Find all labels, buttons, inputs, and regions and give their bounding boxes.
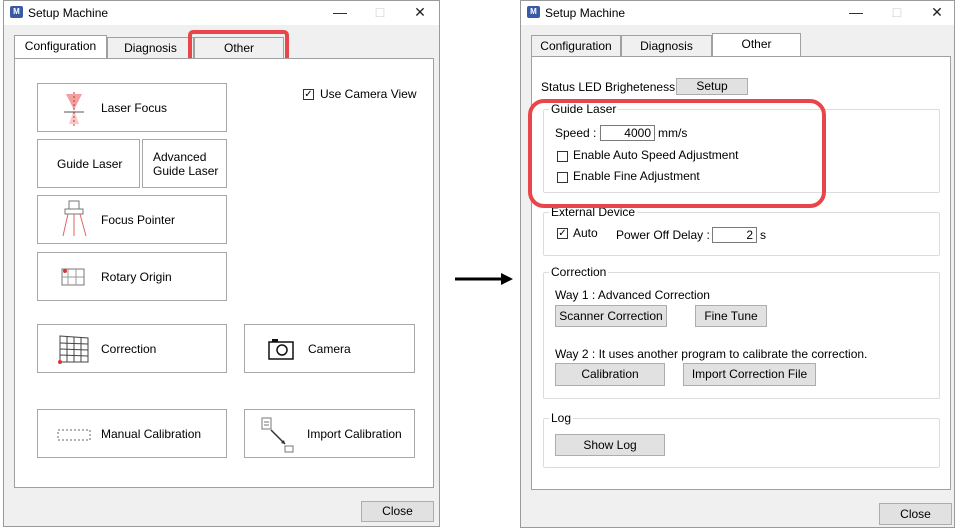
status-led-setup-button[interactable]: Setup (676, 78, 748, 95)
window-title: Setup Machine (545, 6, 626, 20)
maximize-icon: □ (892, 4, 902, 20)
way1-label: Way 1 : Advanced Correction (555, 288, 710, 302)
arrow-right-icon (455, 273, 513, 285)
close-window-icon[interactable]: ✕ (927, 3, 947, 21)
focus-pointer-button[interactable]: Focus Pointer (37, 195, 227, 244)
correction-label: Correction (101, 342, 157, 356)
tab-diagnosis[interactable]: Diagnosis (621, 35, 712, 57)
rotary-origin-icon (61, 268, 85, 286)
use-camera-view-label: Use Camera View (320, 87, 417, 101)
correction-title: Correction (549, 265, 609, 279)
guide-laser-label: Guide Laser (57, 157, 123, 171)
tab-configuration[interactable]: Configuration (531, 35, 621, 57)
auto-checkbox[interactable]: ✓ (557, 228, 568, 239)
fine-tune-button[interactable]: Fine Tune (695, 305, 767, 327)
focus-pointer-icon (62, 200, 87, 237)
status-led-label: Status LED Brigheteness : (541, 80, 682, 94)
window-title: Setup Machine (28, 6, 109, 20)
advanced-guide-laser-button[interactable]: Advanced Guide Laser (142, 139, 227, 188)
power-off-delay-input[interactable]: 2 (712, 227, 757, 243)
tab-configuration[interactable]: Configuration (14, 35, 107, 59)
rotary-origin-button[interactable]: Rotary Origin (37, 252, 227, 301)
minimize-icon[interactable]: — (846, 3, 866, 21)
correction-grid-icon (58, 335, 89, 364)
import-calibration-label: Import Calibration (307, 427, 402, 441)
manual-calibration-label: Manual Calibration (101, 427, 202, 441)
focus-pointer-label: Focus Pointer (101, 213, 176, 227)
laser-focus-label: Laser Focus (101, 101, 168, 115)
import-calibration-button[interactable]: Import Calibration (244, 409, 415, 458)
external-device-group: External Device ✓ Auto Power Off Delay :… (543, 205, 940, 256)
highlight-guide-laser-group (528, 99, 826, 208)
title-bar: M Setup Machine — □ ✕ (4, 1, 439, 25)
close-button[interactable]: Close (879, 503, 952, 525)
log-group: Log Show Log (543, 411, 940, 468)
camera-icon (268, 339, 294, 360)
import-correction-file-button[interactable]: Import Correction File (683, 363, 816, 386)
way2-label: Way 2 : It uses another program to calib… (555, 347, 868, 361)
maximize-icon: □ (375, 4, 385, 20)
import-calibration-icon (261, 417, 294, 453)
app-icon: M (527, 6, 540, 18)
show-log-button[interactable]: Show Log (555, 434, 665, 456)
manual-calibration-icon (57, 429, 91, 441)
tab-diagnosis[interactable]: Diagnosis (107, 37, 194, 59)
scanner-correction-button[interactable]: Scanner Correction (555, 305, 667, 327)
configuration-panel: Laser Focus Guide Laser Advanced Guide L… (14, 58, 434, 488)
tab-other[interactable]: Other (712, 33, 801, 57)
left-setup-window: M Setup Machine — □ ✕ Configuration Diag… (3, 0, 440, 527)
power-off-delay-label: Power Off Delay : (616, 228, 710, 242)
manual-calibration-button[interactable]: Manual Calibration (37, 409, 227, 458)
close-window-icon[interactable]: ✕ (410, 3, 430, 21)
minimize-icon[interactable]: — (330, 3, 350, 21)
advanced-guide-laser-label-2: Guide Laser (153, 164, 219, 178)
title-bar: M Setup Machine — □ ✕ (521, 1, 954, 25)
advanced-guide-laser-label-1: Advanced (153, 150, 207, 164)
camera-button[interactable]: Camera (244, 324, 415, 373)
auto-label: Auto (573, 226, 598, 240)
correction-group: Correction Way 1 : Advanced Correction S… (543, 265, 940, 399)
rotary-origin-label: Rotary Origin (101, 270, 172, 284)
camera-label: Camera (308, 342, 351, 356)
right-setup-window: M Setup Machine — □ ✕ Configuration Diag… (520, 0, 955, 528)
use-camera-view-checkbox[interactable]: ✓ (303, 89, 314, 100)
guide-laser-button[interactable]: Guide Laser (37, 139, 140, 188)
calibration-button[interactable]: Calibration (555, 363, 665, 386)
log-title: Log (549, 411, 574, 425)
laser-focus-icon (64, 92, 84, 126)
laser-focus-button[interactable]: Laser Focus (37, 83, 227, 132)
close-button[interactable]: Close (361, 501, 434, 522)
correction-button[interactable]: Correction (37, 324, 227, 373)
app-icon: M (10, 6, 23, 18)
power-off-delay-unit: s (760, 228, 766, 242)
